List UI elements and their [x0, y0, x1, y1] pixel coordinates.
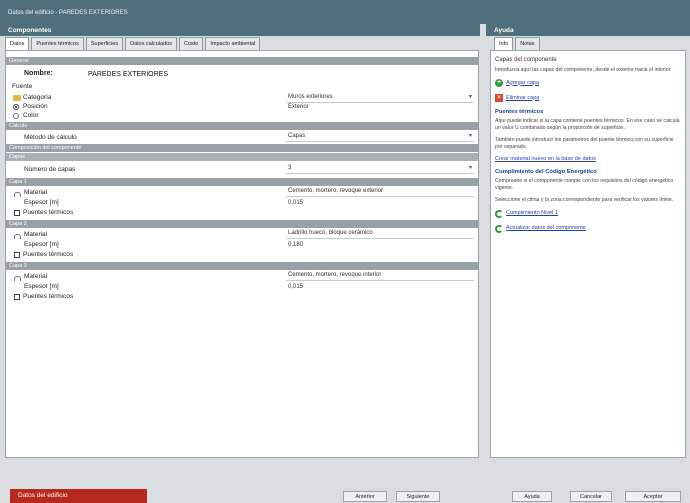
layer-count-select[interactable]: 3 ▾ — [286, 165, 474, 174]
refresh-icon — [495, 209, 503, 218]
components-panel-header: Componentes — [0, 24, 480, 36]
accept-button[interactable]: Aceptar — [625, 491, 681, 502]
tab-datos[interactable]: Datos — [5, 37, 30, 50]
layer-1-material-select[interactable]: Cemento, mortero, revoque exterior — [286, 188, 474, 197]
layer-2-material-select[interactable]: Ladrillo hueco, bloque cerámico — [286, 230, 474, 239]
section-layers: Capas — [6, 153, 478, 161]
layer-3-material-select[interactable]: Cemento, mortero, revoque interior — [286, 272, 474, 281]
layer-1-material-label: Material — [24, 189, 48, 196]
components-header-label: Componentes — [8, 27, 52, 34]
delete-layer-row: ✕ Eliminar capa — [495, 94, 681, 102]
add-icon: + — [495, 79, 503, 87]
section-layer-1: Capa 1 — [6, 178, 478, 186]
category-label: Categoría — [23, 94, 52, 101]
update-link[interactable]: Actualizar datos del componente — [506, 225, 586, 232]
cancel-button[interactable]: Cancelar — [570, 491, 612, 502]
create-material-link[interactable]: Crear material nuevo en la base de datos — [495, 156, 596, 162]
previous-button[interactable]: Anterior — [343, 491, 387, 502]
building-data-button[interactable]: Datos del edificio — [10, 489, 147, 503]
layer-2-bridge-checkbox[interactable] — [14, 252, 20, 258]
component-tabs: Datos Puentes térmicos Superficies Datos… — [5, 37, 261, 50]
section-layers-group: Composición del componente — [6, 144, 478, 152]
help-intro: Introduzca aquí las capas del componente… — [495, 66, 672, 73]
title-bar: Datos del edificio - PAREDES EXTERIORES — [0, 0, 690, 24]
layer-1-bridge-label: Puentes térmicos — [23, 209, 74, 216]
source-label: Fuente — [12, 83, 33, 90]
section-general: General — [6, 57, 478, 65]
thermal-bridges-text-2: También puede introducir los parámetros … — [495, 137, 674, 150]
chevron-down-icon: ▾ — [468, 165, 472, 171]
layer-1-thickness-label: Espesor [m] — [24, 199, 59, 206]
colour-label: Color — [23, 112, 39, 119]
help-panel-header: Ayuda — [486, 24, 690, 36]
energy-code-text: Compruebe si el componente cumple con lo… — [495, 178, 674, 191]
tab-superficies[interactable]: Superficies — [85, 37, 124, 50]
layer-count-value: 3 — [288, 165, 292, 171]
layer-1-bridge-checkbox[interactable] — [14, 210, 20, 216]
layer-3-thickness-label: Espesor [m] — [24, 283, 59, 290]
layer-2-material-value: Ladrillo hueco, bloque cerámico — [288, 230, 373, 236]
name-label: Nombre: — [24, 70, 53, 77]
tab-info[interactable]: Info — [494, 37, 514, 50]
layer-3-material-value: Cemento, mortero, revoque interior — [288, 272, 382, 278]
section-layer-2: Capa 2 — [6, 220, 478, 228]
name-input[interactable] — [86, 69, 474, 79]
layer-3-bridge-checkbox[interactable] — [14, 294, 20, 300]
tab-puentes-termicos[interactable]: Puentes térmicos — [31, 37, 84, 50]
help-title: Capas del componente — [495, 57, 557, 63]
tab-impacto-ambiental[interactable]: Impacto ambiental — [205, 37, 261, 50]
layer-3-bridge-label: Puentes térmicos — [23, 293, 74, 300]
colour-radio[interactable] — [13, 113, 19, 119]
layer-2-thickness-label: Espesor [m] — [24, 241, 59, 248]
next-button[interactable]: Siguiente — [396, 491, 440, 502]
help-panel: Capas del componente Introduzca aquí las… — [490, 50, 686, 458]
calc-method-label: Método de cálculo — [24, 134, 77, 141]
position-radio[interactable] — [13, 104, 19, 110]
delete-layer-link[interactable]: Eliminar capa — [506, 95, 539, 102]
layer-2-bridge-label: Puentes térmicos — [23, 251, 74, 258]
add-layer-link[interactable]: Agregar capa — [506, 80, 539, 87]
chevron-down-icon: ▾ — [468, 94, 472, 100]
position-value: Exterior — [288, 104, 309, 110]
layer-1-material-value: Cemento, mortero, revoque exterior — [288, 188, 384, 194]
position-label: Posición — [23, 103, 48, 110]
add-layer-row: + Agregar capa — [495, 79, 681, 87]
layer-count-label: Número de capas — [24, 166, 76, 173]
layer-2-thickness-value[interactable]: 0,180 — [288, 242, 303, 248]
folder-icon — [13, 95, 21, 101]
layer-3-material-label: Material — [24, 273, 48, 280]
tab-datos-calculados[interactable]: Datos calculados — [125, 37, 177, 50]
layer-1-thickness-value[interactable]: 0,015 — [288, 200, 303, 206]
refresh-icon — [495, 224, 503, 233]
section-layer-3: Capa 3 — [6, 262, 478, 270]
help-tabs: Info Notas — [494, 37, 540, 50]
material-icon — [14, 276, 21, 281]
calc-method-value: Capas — [288, 133, 306, 139]
layer-2-material-label: Material — [24, 231, 48, 238]
component-form: General Nombre: Fuente Categoría Muros e… — [5, 50, 479, 458]
delete-icon: ✕ — [495, 94, 503, 102]
calc-method-select[interactable]: Capas ▾ — [286, 133, 474, 142]
update-row: Actualizar datos del componente — [495, 224, 681, 233]
material-icon — [14, 234, 21, 239]
thermal-bridges-heading: Puentes térmicos — [495, 109, 544, 115]
category-value: Muros exteriores — [288, 94, 333, 100]
tab-notas[interactable]: Notas — [515, 37, 540, 50]
footer-bar: Datos del edificio Anterior Siguiente Ay… — [0, 459, 690, 503]
material-icon — [14, 192, 21, 197]
chevron-down-icon: ▾ — [468, 133, 472, 139]
help-button[interactable]: Ayuda — [512, 491, 552, 502]
window-title: Datos del edificio - PAREDES EXTERIORES — [8, 10, 128, 16]
thermal-bridges-text: Aquí puede indicar si la capa contiene p… — [495, 118, 680, 131]
energy-code-link[interactable]: Cumplimiento Nivel 1 — [506, 210, 558, 217]
help-header-label: Ayuda — [494, 27, 514, 34]
energy-code-heading: Cumplimiento del Código Energético — [495, 169, 597, 176]
category-select[interactable]: Muros exteriores ▾ — [286, 94, 474, 103]
tab-costo[interactable]: Costo — [178, 37, 204, 50]
energy-code-row: Cumplimiento Nivel 1 — [495, 209, 681, 218]
layer-3-thickness-value[interactable]: 0,015 — [288, 284, 303, 290]
energy-code-text-2: Seleccione el clima y la zona correspond… — [495, 197, 674, 204]
section-calc: Cálculo — [6, 122, 478, 130]
